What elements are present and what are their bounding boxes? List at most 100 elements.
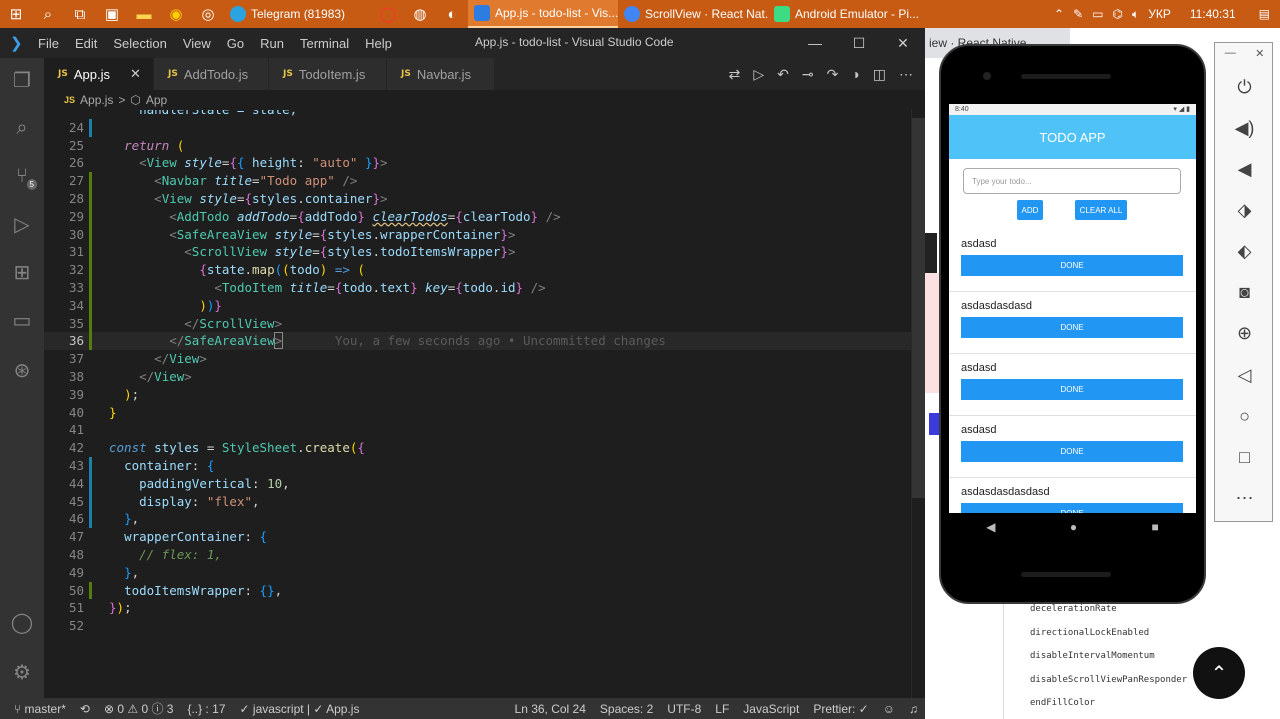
git-graph-icon[interactable]: ⊛ [0, 348, 44, 392]
menu-view[interactable]: View [175, 36, 219, 51]
taskbar-item-scrollview-docs[interactable]: ScrollView · React Nat... [618, 0, 768, 28]
maximize-icon[interactable]: ☐ [837, 28, 881, 58]
doc-item[interactable]: disableScrollViewPanResponder [1030, 675, 1187, 685]
run-icon[interactable]: ▷ [753, 66, 764, 83]
home-icon[interactable]: ● [1070, 520, 1077, 534]
menu-edit[interactable]: Edit [67, 36, 105, 51]
battery-icon[interactable]: ▭ [1092, 7, 1103, 21]
doc-item[interactable]: disableIntervalMomentum [1030, 651, 1155, 661]
breadcrumb-file[interactable]: App.js [80, 93, 113, 107]
minimize-icon[interactable]: — [1225, 47, 1236, 60]
store-icon[interactable]: ▣ [96, 0, 128, 28]
menu-file[interactable]: File [30, 36, 67, 51]
scrollbar-thumb[interactable] [912, 118, 925, 498]
todo-input[interactable]: Type your todo... [963, 168, 1181, 194]
project-manager-icon[interactable]: ▭ [0, 298, 44, 342]
taskbar-item-telegram[interactable]: Telegram (81983) [224, 0, 364, 28]
flag-icon[interactable]: ◉ [160, 0, 192, 28]
scroll-to-top-button[interactable]: ⌃ [1193, 647, 1245, 699]
commit-icon[interactable]: ⊸ [802, 66, 814, 83]
language-mode[interactable]: JavaScript [736, 702, 806, 716]
recents-icon[interactable]: ■ [1152, 520, 1159, 534]
power-icon[interactable]: ⏻ [1215, 72, 1274, 102]
pen-icon[interactable]: ✎ [1073, 7, 1083, 21]
clear-all-button[interactable]: CLEAR ALL [1075, 200, 1127, 220]
rotate-right-icon[interactable]: ⬖ [1215, 236, 1274, 266]
end-of-line[interactable]: LF [708, 702, 736, 716]
steam-icon[interactable]: ◎ [192, 0, 224, 28]
editor-scrollbar[interactable] [911, 110, 925, 698]
opera-icon[interactable]: ◯ [372, 0, 404, 28]
home-icon[interactable]: ○ [1215, 401, 1274, 431]
taskbar-item-android-emulator[interactable]: Android Emulator - Pi... [768, 0, 918, 28]
add-button[interactable]: ADD [1017, 200, 1043, 220]
windows-start-icon[interactable]: ⊞ [0, 0, 32, 28]
menu-go[interactable]: Go [219, 36, 252, 51]
back-icon[interactable]: ◀ [986, 520, 995, 534]
notifications-icon[interactable]: ♫ [902, 702, 925, 716]
menu-terminal[interactable]: Terminal [292, 36, 357, 51]
folder-icon[interactable]: ▬ [128, 0, 160, 28]
doc-item[interactable]: decelerationRate [1030, 604, 1117, 614]
explorer-icon[interactable]: ❐ [0, 58, 44, 102]
search-icon[interactable]: ⌕ [32, 0, 64, 28]
done-button[interactable]: DONE [961, 379, 1183, 400]
notifications-icon[interactable]: ▤ [1259, 7, 1270, 21]
zoom-icon[interactable]: ⊕ [1215, 318, 1274, 348]
settings-gear-icon[interactable]: ⚙ [0, 650, 44, 694]
compare-changes-icon[interactable]: ⇄ [729, 66, 741, 83]
branch-indicator[interactable]: ⑂ master* [0, 702, 73, 716]
clock[interactable]: 11:40:31 [1190, 7, 1236, 21]
done-button[interactable]: DONE [961, 441, 1183, 462]
done-button[interactable]: DONE [961, 503, 1183, 513]
cursor-position[interactable]: Ln 36, Col 24 [508, 702, 593, 716]
go-back-icon[interactable]: ↶ [777, 66, 789, 83]
extensions-icon[interactable]: ⊞ [0, 250, 44, 294]
taskbar-item-vscode[interactable]: App.js - todo-list - Vis... [468, 0, 618, 28]
volume-up-icon[interactable]: ◀︎) [1215, 113, 1274, 143]
breadcrumb-symbol[interactable]: App [146, 93, 167, 107]
emulator-screen[interactable]: 8:40 ▾ ◢ ▮ TODO APP Type your todo... AD… [949, 104, 1196, 513]
chrome-icon[interactable]: ◍ [404, 0, 436, 28]
symbol-indicator[interactable]: {..} : 17 [180, 702, 232, 716]
minimize-icon[interactable]: — [793, 28, 837, 58]
language-check[interactable]: ✓ javascript | ✓ App.js [233, 702, 367, 716]
close-icon[interactable]: ✕ [881, 28, 925, 58]
tab-navbar-js[interactable]: JS Navbar.js [387, 58, 495, 90]
menu-help[interactable]: Help [357, 36, 400, 51]
search-icon[interactable]: ⌕ [0, 106, 44, 150]
doc-item[interactable]: directionalLockEnabled [1030, 628, 1149, 638]
code-editor[interactable]: handlerState = state; 2425 return (26 <V… [44, 110, 925, 698]
done-button[interactable]: DONE [961, 317, 1183, 338]
task-view-icon[interactable]: ⧉ [64, 0, 96, 28]
done-button[interactable]: DONE [961, 255, 1183, 276]
tab-addtodo-js[interactable]: JS AddTodo.js [154, 58, 269, 90]
network-icon[interactable]: ⌬ [1113, 7, 1123, 21]
back-icon[interactable]: ◁ [1215, 360, 1274, 390]
git-lens-icon[interactable]: ◑ [851, 66, 859, 82]
language-indicator[interactable]: УКР [1148, 7, 1171, 21]
volume-down-icon[interactable]: ◀︎ [1215, 154, 1274, 184]
close-icon[interactable]: ✕ [1255, 47, 1264, 60]
overview-icon[interactable]: □ [1215, 442, 1274, 472]
doc-item[interactable]: endFillColor [1030, 698, 1095, 708]
prettier-status[interactable]: Prettier: ✓ [806, 702, 875, 716]
tab-todoitem-js[interactable]: JS TodoItem.js [269, 58, 387, 90]
chevron-up-icon[interactable]: ⌃ [1054, 7, 1064, 21]
indentation[interactable]: Spaces: 2 [593, 702, 660, 716]
menu-run[interactable]: Run [252, 36, 292, 51]
sync-icon[interactable]: ⟲ [73, 702, 97, 716]
source-control-icon[interactable]: ⑂ 5 [0, 154, 44, 198]
feedback-icon[interactable]: ☺ [876, 702, 902, 716]
problems-indicator[interactable]: ⊗ 0 ⚠ 0 ⓘ 3 [97, 700, 181, 717]
accounts-icon[interactable]: ◯ [0, 600, 44, 644]
more-icon[interactable]: ⋯ [1215, 483, 1274, 513]
menu-selection[interactable]: Selection [105, 36, 174, 51]
encoding[interactable]: UTF-8 [660, 702, 708, 716]
rotate-left-icon[interactable]: ⬗ [1215, 195, 1274, 225]
camera-icon[interactable]: ◙ [1215, 277, 1274, 307]
more-actions-icon[interactable]: ⋯ [899, 66, 913, 83]
edge-icon[interactable]: ◐ [436, 0, 468, 28]
close-icon[interactable]: ✕ [130, 66, 141, 82]
go-forward-icon[interactable]: ↷ [827, 66, 839, 83]
